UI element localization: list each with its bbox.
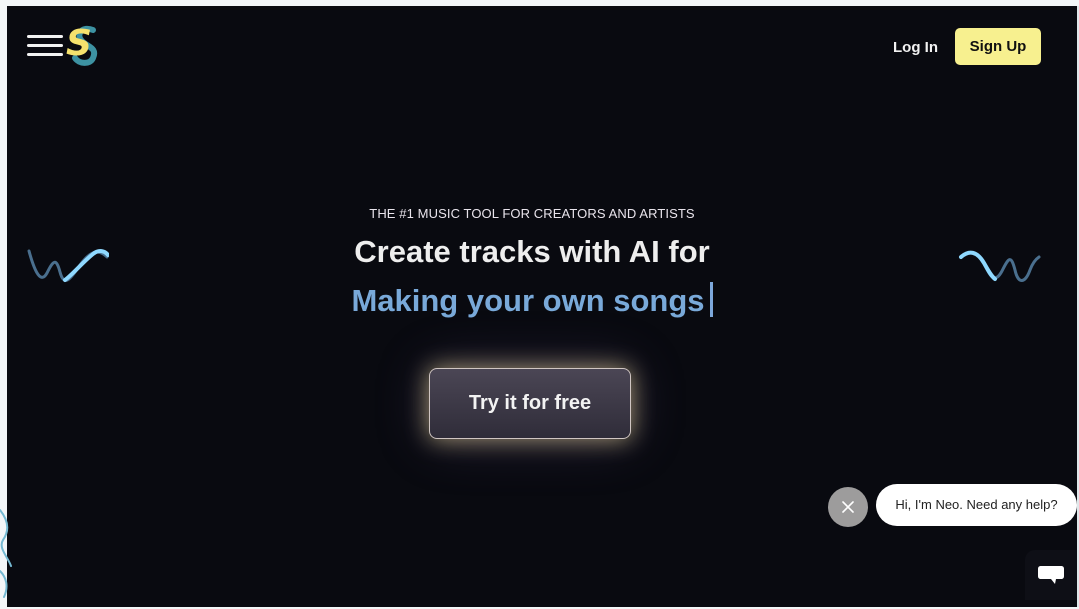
login-link[interactable]: Log In bbox=[893, 39, 938, 56]
corner-decor-icon bbox=[0, 509, 12, 598]
hero-subheadline: Making your own songs bbox=[351, 283, 705, 318]
logo-text: S bbox=[66, 23, 92, 64]
left-wave-icon bbox=[27, 249, 109, 282]
menu-line bbox=[27, 35, 63, 38]
menu-line bbox=[27, 44, 63, 47]
text-cursor bbox=[709, 282, 713, 317]
chat-close-button[interactable] bbox=[828, 487, 868, 527]
brand-logo[interactable]: S bbox=[66, 23, 106, 67]
chat-message[interactable]: Hi, I'm Neo. Need any help? bbox=[876, 484, 1077, 526]
app-frame: S Log In Sign Up THE #1 MUSIC TOOL FOR C… bbox=[7, 6, 1077, 607]
menu-icon[interactable] bbox=[27, 31, 63, 59]
menu-line bbox=[27, 53, 63, 56]
signup-button[interactable]: Sign Up bbox=[955, 28, 1041, 65]
hero-headline: Create tracks with AI for bbox=[354, 234, 710, 269]
hero-subheadline-wrap: Making your own songs bbox=[267, 282, 797, 319]
right-wave-icon bbox=[959, 250, 1041, 282]
chat-icon bbox=[1038, 566, 1064, 584]
chat-launcher-button[interactable] bbox=[1025, 550, 1077, 600]
try-free-button[interactable]: Try it for free bbox=[429, 368, 631, 439]
close-icon bbox=[842, 501, 854, 513]
hero-eyebrow: THE #1 MUSIC TOOL FOR CREATORS AND ARTIS… bbox=[369, 206, 695, 221]
